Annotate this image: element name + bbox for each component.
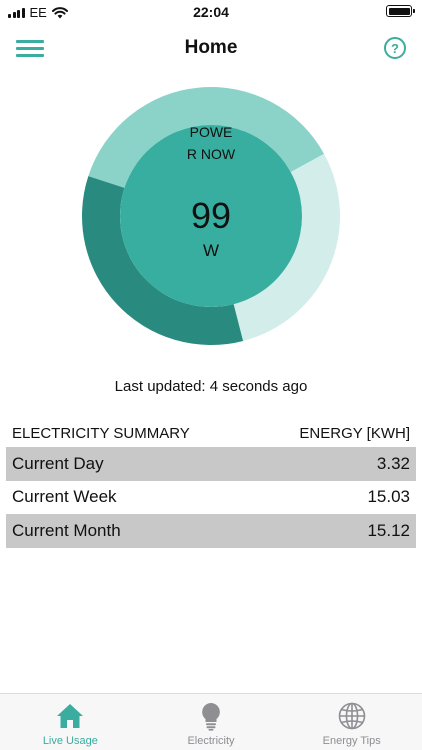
tab-label: Energy Tips (322, 735, 381, 747)
power-gauge: POWER NOW 99 W (82, 87, 340, 345)
summary-row-value: 15.03 (367, 487, 410, 507)
summary-row-current-month: Current Month 15.12 (6, 514, 416, 548)
status-bar: EE 22:04 (0, 0, 422, 24)
globe-icon (338, 702, 365, 730)
summary-row-label: Current Week (12, 487, 117, 507)
page-title: Home (184, 37, 238, 58)
summary-header-title: ELECTRICITY SUMMARY (12, 424, 190, 442)
house-icon (57, 704, 84, 728)
lightbulb-icon (202, 703, 220, 731)
summary-row-label: Current Day (12, 453, 104, 473)
summary-row-current-week: Current Week 15.03 (6, 481, 416, 515)
summary-header-unit: ENERGY [KWH] (299, 424, 410, 442)
tab-label: Electricity (187, 735, 235, 747)
tab-electricity[interactable]: Electricity (141, 694, 282, 750)
tab-live-usage[interactable]: Live Usage (0, 694, 141, 750)
tab-bar: Live Usage Electricity Energy Tips (0, 693, 422, 750)
electricity-summary-table: ELECTRICITY SUMMARY ENERGY [KWH] Current… (6, 422, 416, 548)
summary-row-value: 15.12 (367, 520, 410, 540)
help-question-icon[interactable]: ? (384, 37, 406, 59)
tab-label: Live Usage (42, 735, 98, 747)
battery-icon (386, 5, 415, 17)
summary-row-current-day: Current Day 3.32 (6, 447, 416, 481)
power-gauge-chart (82, 87, 340, 345)
summary-header: ELECTRICITY SUMMARY ENERGY [KWH] (6, 422, 416, 444)
status-time: 22:04 (193, 4, 229, 20)
last-updated-text: Last updated: 4 seconds ago (114, 378, 308, 395)
navigation-bar: Home ? (0, 28, 422, 68)
summary-row-value: 3.32 (376, 453, 410, 473)
gauge-center (120, 125, 302, 307)
tab-energy-tips[interactable]: Energy Tips (281, 694, 422, 750)
summary-row-label: Current Month (12, 520, 121, 540)
